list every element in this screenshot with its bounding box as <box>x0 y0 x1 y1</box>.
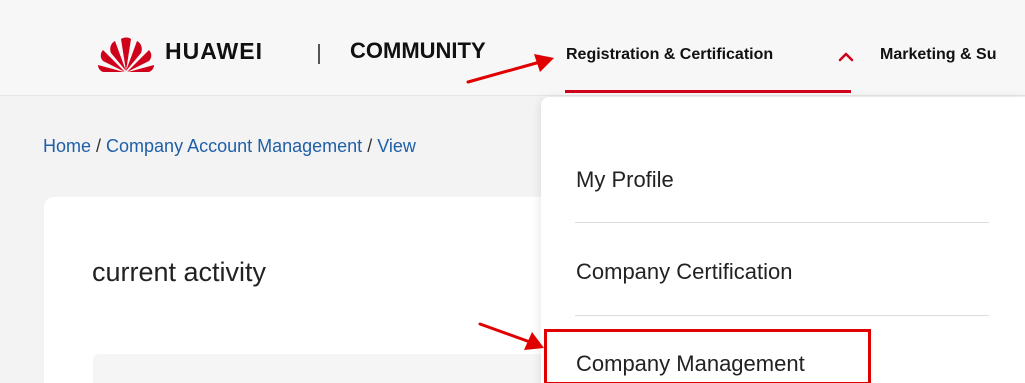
page: HUAWEI COMMUNITY Registration & Certific… <box>0 0 1025 383</box>
menu-item-my-profile[interactable]: My Profile <box>576 167 674 193</box>
menu-divider <box>575 222 989 223</box>
menu-divider <box>575 315 989 316</box>
breadcrumb-view: View <box>377 136 416 156</box>
breadcrumb-separator: / <box>362 136 378 156</box>
breadcrumb-separator: / <box>91 136 107 156</box>
breadcrumb-home[interactable]: Home <box>43 136 91 156</box>
huawei-logo-icon[interactable] <box>97 37 155 73</box>
breadcrumb-company-account-management[interactable]: Company Account Management <box>106 136 362 156</box>
active-nav-underline <box>565 90 851 93</box>
nav-marketing-support[interactable]: Marketing & Su <box>880 46 996 64</box>
activity-content-box <box>93 354 563 383</box>
breadcrumb: Home / Company Account Management / View <box>43 136 416 157</box>
brand-divider <box>318 44 320 64</box>
nav-registration-certification[interactable]: Registration & Certification <box>566 46 773 64</box>
red-arrow-annotation-bottom <box>478 322 544 350</box>
brand-name[interactable]: HUAWEI <box>165 38 263 65</box>
highlight-box-annotation <box>544 329 871 383</box>
menu-item-company-certification[interactable]: Company Certification <box>576 259 792 285</box>
chevron-up-icon[interactable] <box>838 52 854 62</box>
red-arrow-annotation-top <box>466 54 554 84</box>
card-title: current activity <box>92 257 267 287</box>
